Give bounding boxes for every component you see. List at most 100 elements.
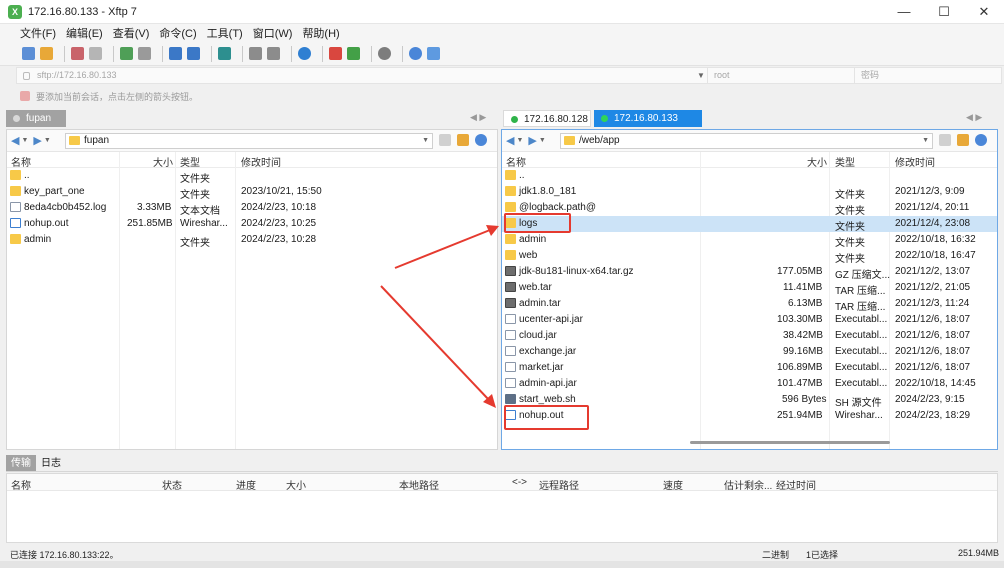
globe-icon[interactable] bbox=[298, 47, 311, 60]
file-row-selected[interactable]: logs 文件夹 2021/12/4, 23:08 bbox=[502, 216, 997, 233]
file-row[interactable]: @logback.path@ 文件夹 2021/12/4, 20:11 bbox=[502, 200, 997, 217]
remote-path-input[interactable]: /web/app ▼ bbox=[560, 133, 933, 149]
transfer-col-remote-path[interactable]: 远程路径 bbox=[539, 477, 579, 492]
gear-icon[interactable] bbox=[378, 47, 391, 60]
xftp-icon[interactable] bbox=[347, 47, 360, 60]
file-row[interactable]: key_part_one 文件夹 2023/10/21, 15:50 bbox=[7, 184, 497, 201]
transfer-col-eta[interactable]: 估计剩余... bbox=[724, 477, 772, 492]
chat-icon[interactable] bbox=[427, 47, 440, 60]
file-row[interactable]: exchange.jar 99.16MB Executabl... 2021/1… bbox=[502, 344, 997, 360]
transfer-col-speed[interactable]: 速度 bbox=[663, 477, 683, 492]
new-folder-icon[interactable] bbox=[457, 134, 469, 146]
file-row[interactable]: ucenter-api.jar 103.30MB Executabl... 20… bbox=[502, 312, 997, 328]
file-row[interactable]: jdk1.8.0_181 文件夹 2021/12/3, 9:09 bbox=[502, 184, 997, 201]
transfer-col-progress[interactable]: 进度 bbox=[236, 477, 256, 492]
tab-local-fupan[interactable]: fupan bbox=[6, 110, 66, 127]
file-row[interactable]: market.jar 106.89MB Executabl... 2021/12… bbox=[502, 360, 997, 376]
menu-file[interactable]: 文件(F) bbox=[20, 25, 56, 41]
download-icon[interactable] bbox=[187, 47, 200, 60]
chevron-down-icon[interactable]: ▼ bbox=[44, 137, 51, 144]
file-type: 文件夹 bbox=[180, 190, 210, 201]
file-row[interactable]: 8eda4cb0b452.log 3.33MB 文本文档 2024/2/23, … bbox=[7, 200, 497, 217]
help-icon[interactable] bbox=[409, 47, 422, 60]
menu-view[interactable]: 查看(V) bbox=[113, 25, 150, 41]
tab-scroll-arrows-icon[interactable]: ◀ ▶ bbox=[966, 112, 982, 123]
copy-icon[interactable] bbox=[249, 47, 262, 60]
tab-remote-128[interactable]: 172.16.80.128 bbox=[503, 110, 591, 127]
column-type[interactable]: 类型 bbox=[835, 154, 855, 169]
file-row[interactable]: admin 文件夹 2024/2/23, 10:28 bbox=[7, 232, 497, 249]
new-window-icon[interactable] bbox=[120, 47, 133, 60]
xshell-icon[interactable] bbox=[329, 47, 342, 60]
tab-transfer[interactable]: 传输 bbox=[6, 455, 36, 471]
column-name[interactable]: 名称 bbox=[11, 154, 31, 169]
column-type[interactable]: 类型 bbox=[180, 154, 200, 169]
paste-icon[interactable] bbox=[267, 47, 280, 60]
menu-bar: 文件(F) 编辑(E) 查看(V) 命令(C) 工具(T) 窗口(W) 帮助(H… bbox=[0, 24, 1004, 42]
column-size[interactable]: 大小 bbox=[153, 154, 173, 169]
menu-command[interactable]: 命令(C) bbox=[159, 25, 196, 41]
file-row[interactable]: .. 文件夹 bbox=[7, 168, 497, 185]
file-row[interactable]: admin-api.jar 101.47MB Executabl... 2022… bbox=[502, 376, 997, 392]
disconnect-icon[interactable] bbox=[89, 47, 102, 60]
chevron-down-icon[interactable]: ▼ bbox=[922, 134, 929, 148]
open-folder-icon[interactable] bbox=[40, 47, 53, 60]
transfer-col-local-path[interactable]: 本地路径 bbox=[399, 477, 439, 492]
host-field[interactable]: sftp://172.16.80.133 bbox=[17, 68, 695, 83]
connect-icon[interactable] bbox=[71, 47, 84, 60]
chevron-down-icon[interactable]: ▼ bbox=[21, 137, 28, 144]
transfer-col-elapsed[interactable]: 经过时间 bbox=[776, 477, 816, 492]
upload-icon[interactable] bbox=[169, 47, 182, 60]
chevron-down-icon[interactable]: ▼ bbox=[422, 134, 429, 148]
tab-log[interactable]: 日志 bbox=[36, 455, 66, 471]
bookmark-star-icon[interactable] bbox=[439, 134, 451, 146]
back-arrow-icon[interactable]: ◀ bbox=[506, 134, 514, 147]
forward-arrow-icon[interactable]: ▶ bbox=[528, 134, 536, 147]
refresh-icon[interactable] bbox=[475, 134, 487, 146]
local-path-input[interactable]: fupan ▼ bbox=[65, 133, 433, 149]
column-size[interactable]: 大小 bbox=[807, 154, 827, 169]
close-button[interactable]: ✕ bbox=[964, 0, 1004, 24]
chevron-down-icon[interactable]: ▼ bbox=[516, 137, 523, 144]
new-session-icon[interactable] bbox=[22, 47, 35, 60]
file-row[interactable]: web 文件夹 2022/10/18, 16:47 bbox=[502, 248, 997, 265]
maximize-button[interactable]: ☐ bbox=[924, 0, 964, 24]
back-arrow-icon[interactable]: ◀ bbox=[11, 134, 19, 147]
layout-icon[interactable] bbox=[138, 47, 151, 60]
toolbar-separator bbox=[242, 45, 243, 62]
add-session-icon[interactable] bbox=[20, 91, 30, 101]
file-row[interactable]: admin 文件夹 2022/10/18, 16:32 bbox=[502, 232, 997, 249]
file-row[interactable]: web.tar 11.41MB TAR 压缩... 2021/12/2, 21:… bbox=[502, 280, 997, 297]
minimize-button[interactable]: — bbox=[884, 0, 924, 24]
username-field[interactable]: root bbox=[707, 68, 854, 83]
tab-scroll-arrows-icon[interactable]: ◀ ▶ bbox=[470, 112, 486, 123]
transfer-col-name[interactable]: 名称 bbox=[11, 477, 31, 492]
column-name[interactable]: 名称 bbox=[506, 154, 526, 169]
file-row[interactable]: jdk-8u181-linux-x64.tar.gz 177.05MB GZ 压… bbox=[502, 264, 997, 281]
menu-help[interactable]: 帮助(H) bbox=[302, 25, 339, 41]
tab-remote-133[interactable]: 172.16.80.133 bbox=[594, 110, 702, 127]
transfer-col-status[interactable]: 状态 bbox=[162, 477, 182, 492]
file-row[interactable]: nohup.out 251.85MB Wireshar... 2024/2/23… bbox=[7, 216, 497, 232]
horizontal-scrollbar[interactable] bbox=[690, 441, 890, 444]
menu-edit[interactable]: 编辑(E) bbox=[66, 25, 103, 41]
wireshark-file-icon bbox=[10, 218, 21, 228]
file-row[interactable]: admin.tar 6.13MB TAR 压缩... 2021/12/3, 11… bbox=[502, 296, 997, 313]
file-type: Executabl... bbox=[835, 346, 888, 357]
chevron-down-icon[interactable]: ▼ bbox=[539, 137, 546, 144]
column-modified[interactable]: 修改时间 bbox=[895, 154, 935, 169]
sync-icon[interactable] bbox=[218, 47, 231, 60]
new-folder-icon[interactable] bbox=[957, 134, 969, 146]
menu-tools[interactable]: 工具(T) bbox=[207, 25, 243, 41]
chevron-down-icon[interactable]: ▼ bbox=[695, 68, 707, 83]
file-row[interactable]: cloud.jar 38.42MB Executabl... 2021/12/6… bbox=[502, 328, 997, 344]
bookmark-star-icon[interactable] bbox=[939, 134, 951, 146]
password-field[interactable]: 密码 bbox=[854, 68, 1001, 83]
forward-arrow-icon[interactable]: ▶ bbox=[33, 134, 41, 147]
file-row[interactable]: .. bbox=[502, 168, 997, 184]
column-modified[interactable]: 修改时间 bbox=[241, 154, 281, 169]
menu-window[interactable]: 窗口(W) bbox=[253, 25, 293, 41]
transfer-col-direction[interactable]: <-> bbox=[512, 477, 527, 488]
transfer-col-size[interactable]: 大小 bbox=[286, 477, 306, 492]
refresh-icon[interactable] bbox=[975, 134, 987, 146]
